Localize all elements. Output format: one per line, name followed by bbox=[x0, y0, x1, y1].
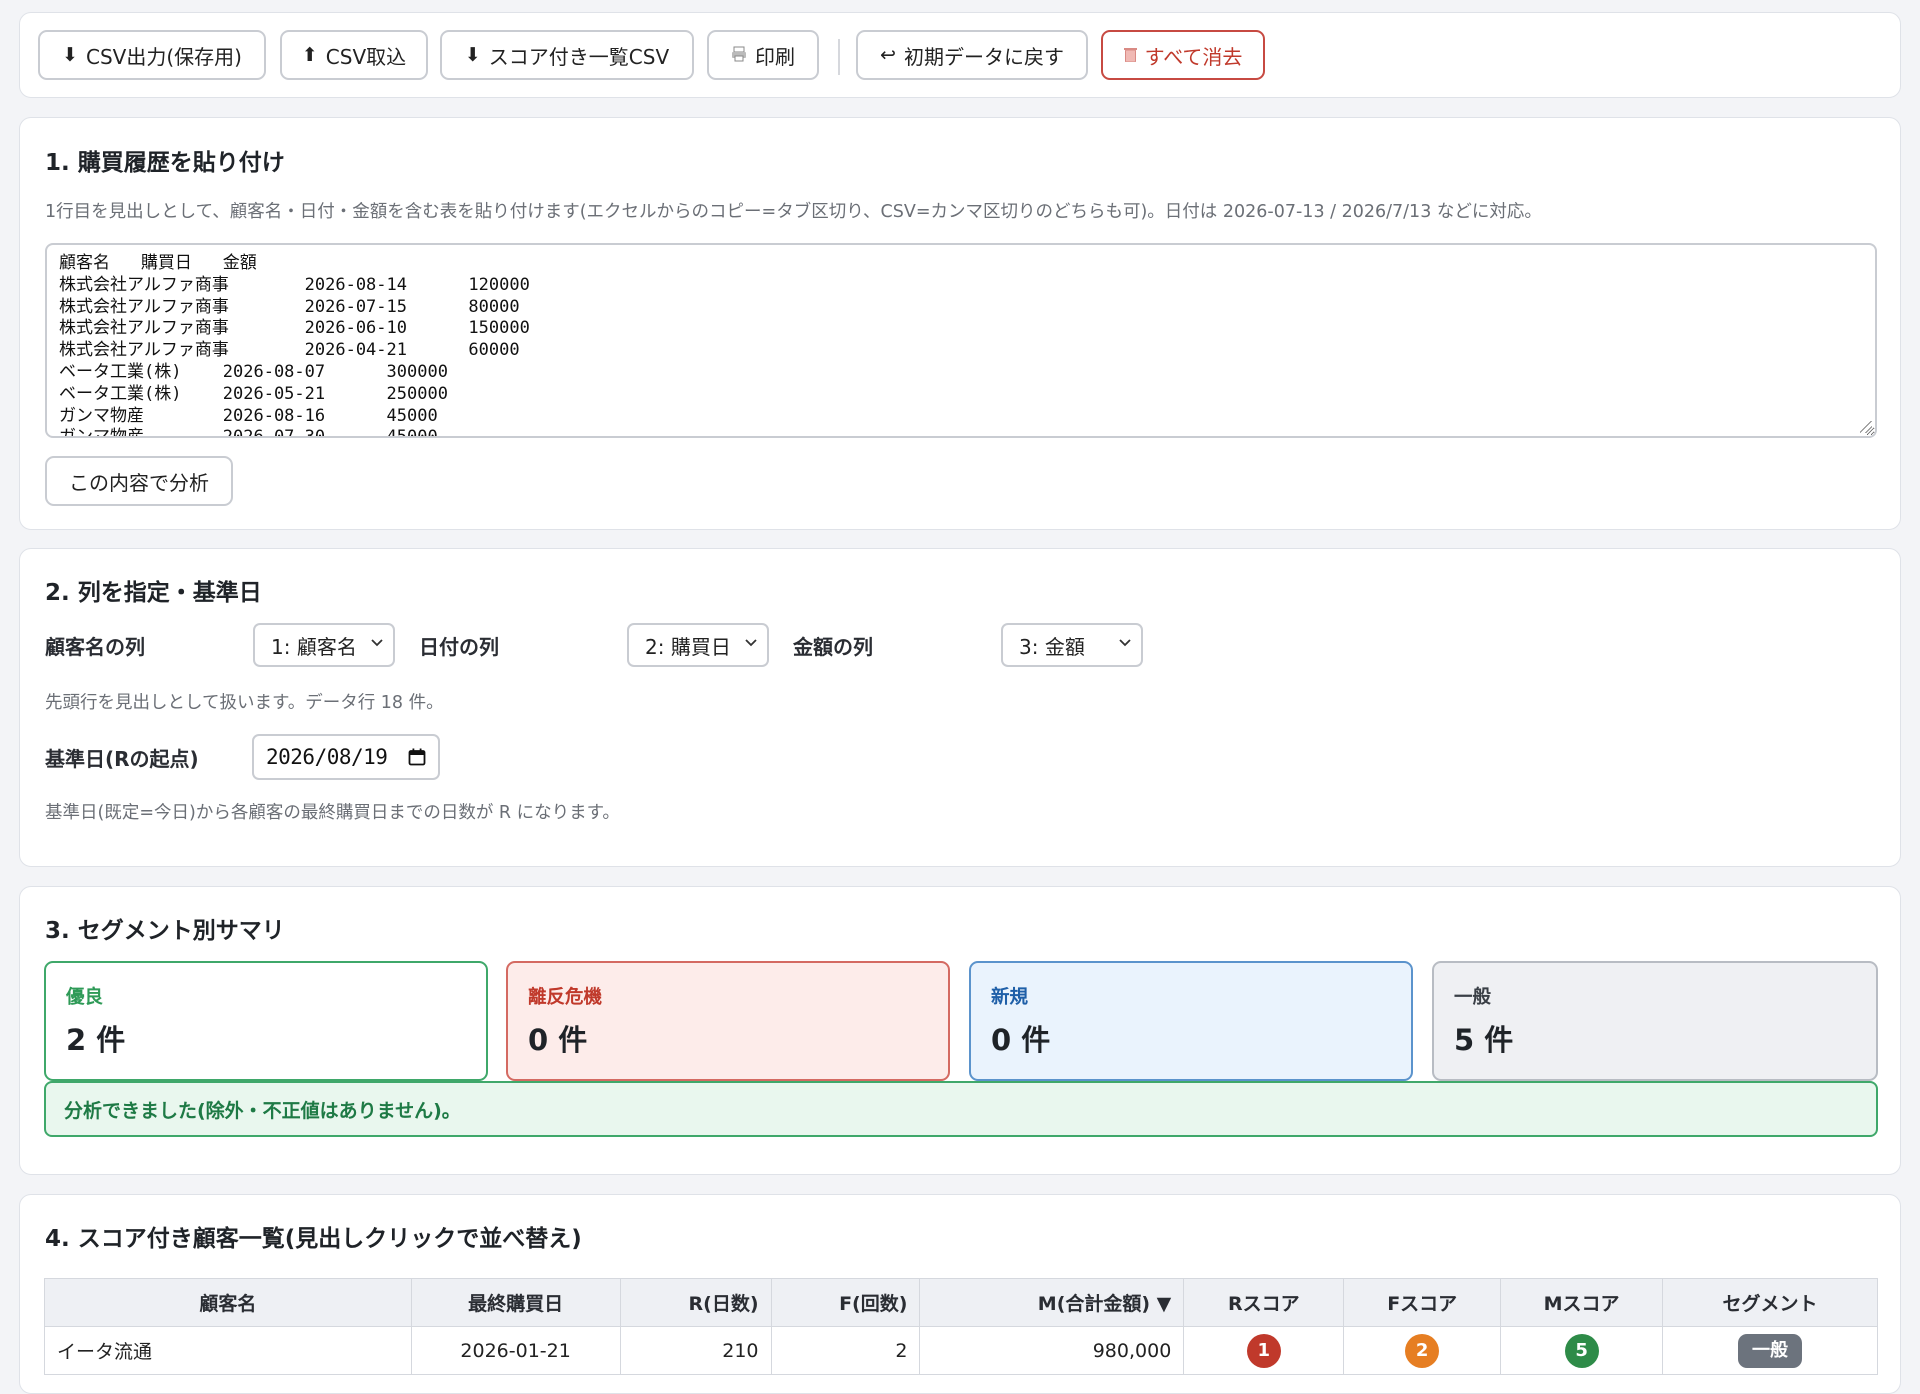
m-score-badge: 5 bbox=[1564, 1333, 1599, 1368]
rows-note: 先頭行を見出しとして扱います。データ行 18 件。 bbox=[45, 693, 444, 713]
printer-icon bbox=[731, 43, 747, 67]
paste-line: 株式会社アルファ商事 2026-08-14 120000 bbox=[59, 274, 530, 295]
cell-r-score: 1 bbox=[1183, 1326, 1345, 1375]
f-score-badge: 2 bbox=[1405, 1333, 1440, 1368]
paste-textarea[interactable]: 顧客名 購買日 金額 株式会社アルファ商事 2026-08-14 120000 株式… bbox=[45, 243, 1877, 438]
column-header-monetary[interactable]: M(合計金額) ▼ bbox=[919, 1278, 1185, 1327]
cell-customer: イータ流通 bbox=[44, 1326, 412, 1375]
customer-column-label: 顧客名の列 bbox=[45, 635, 145, 659]
analyze-button[interactable]: この内容で分析 bbox=[45, 456, 233, 506]
column-header-m-score[interactable]: Mスコア bbox=[1500, 1278, 1664, 1327]
segment-card-excellent: 優良 2 件 bbox=[44, 961, 488, 1081]
segment-name: 一般 bbox=[1454, 987, 1492, 1008]
section-title: 3. セグメント別サマリ bbox=[45, 918, 285, 944]
segment-count: 2 件 bbox=[66, 1023, 126, 1057]
segment-name: 優良 bbox=[66, 987, 104, 1008]
segment-count: 5 件 bbox=[1454, 1023, 1514, 1057]
score-csv-button[interactable]: ⬇ スコア付き一覧CSV bbox=[440, 30, 694, 80]
column-header-segment[interactable]: セグメント bbox=[1662, 1278, 1878, 1327]
segment-name: 離反危機 bbox=[528, 987, 603, 1008]
base-date-note: 基準日(既定=今日)から各顧客の最終購買日までの日数が R になります。 bbox=[45, 803, 620, 823]
paste-line: ガンマ物産 2026-08-16 45000 bbox=[59, 405, 438, 426]
column-header-last-purchase[interactable]: 最終購買日 bbox=[410, 1278, 621, 1327]
paste-line: ガンマ物産 2026-07-30 45000 bbox=[59, 427, 438, 438]
chevron-down-icon bbox=[371, 639, 383, 647]
paste-line: 株式会社アルファ商事 2026-04-21 60000 bbox=[59, 340, 520, 361]
date-column-select[interactable]: 2: 購買日 bbox=[627, 623, 769, 667]
print-button[interactable]: 印刷 bbox=[707, 30, 819, 80]
r-score-badge: 1 bbox=[1246, 1333, 1281, 1368]
chevron-down-icon bbox=[745, 639, 757, 647]
amount-column-label: 金額の列 bbox=[793, 635, 873, 659]
cell-m-score: 5 bbox=[1500, 1326, 1664, 1375]
paste-section: 1. 購買履歴を貼り付け 1行目を見出しとして、顧客名・日付・金額を含む表を貼り… bbox=[19, 117, 1901, 530]
segment-card-general: 一般 5 件 bbox=[1432, 961, 1878, 1081]
cell-monetary: 980,000 bbox=[919, 1326, 1185, 1375]
segment-count: 0 件 bbox=[991, 1023, 1051, 1057]
section-title: 1. 購買履歴を貼り付け bbox=[45, 150, 285, 176]
toolbar: ⬇ CSV出力(保存用) ⬆ CSV取込 ⬇ スコア付き一覧CSV 印刷 ↩ 初… bbox=[19, 12, 1901, 98]
return-arrow-icon: ↩ bbox=[880, 44, 896, 66]
segment-card-churn-risk: 離反危機 0 件 bbox=[506, 961, 950, 1081]
download-icon: ⬇ bbox=[62, 44, 78, 66]
segment-card-new: 新規 0 件 bbox=[969, 961, 1413, 1081]
segment-name: 新規 bbox=[991, 987, 1029, 1008]
base-date-input[interactable]: 2026/08/19 bbox=[252, 734, 440, 780]
cell-f-score: 2 bbox=[1343, 1326, 1502, 1375]
column-header-frequency[interactable]: F(回数) bbox=[770, 1278, 921, 1327]
segment-badge: 一般 bbox=[1738, 1333, 1803, 1368]
column-header-f-score[interactable]: Fスコア bbox=[1343, 1278, 1502, 1327]
table-header-row: 顧客名 最終購買日 R(日数) F(回数) M(合計金額) ▼ Rスコア Fスコ… bbox=[44, 1278, 1878, 1327]
date-column-label: 日付の列 bbox=[419, 635, 499, 659]
trash-icon bbox=[1123, 43, 1137, 67]
paste-line: ベータ工業(株) 2026-08-07 300000 bbox=[59, 361, 448, 382]
paste-help-text: 1行目を見出しとして、顧客名・日付・金額を含む表を貼り付けます(エクセルからのコ… bbox=[45, 202, 1542, 222]
csv-import-button[interactable]: ⬆ CSV取込 bbox=[280, 30, 428, 80]
download-icon: ⬇ bbox=[464, 44, 481, 66]
customer-list-section: 4. スコア付き顧客一覧(見出しクリックで並べ替え) 顧客名 最終購買日 R(日… bbox=[19, 1194, 1901, 1394]
segment-summary-section: 3. セグメント別サマリ 優良 2 件 離反危機 0 件 新規 0 件 一般 5… bbox=[19, 886, 1901, 1175]
paste-line: 株式会社アルファ商事 2026-06-10 150000 bbox=[59, 318, 530, 339]
column-header-recency[interactable]: R(日数) bbox=[619, 1278, 772, 1327]
chevron-down-icon bbox=[1119, 639, 1131, 647]
customer-score-table: 顧客名 最終購買日 R(日数) F(回数) M(合計金額) ▼ Rスコア Fスコ… bbox=[44, 1278, 1878, 1375]
toolbar-divider bbox=[838, 39, 840, 75]
section-title: 4. スコア付き顧客一覧(見出しクリックで並べ替え) bbox=[45, 1226, 582, 1252]
base-date-label: 基準日(Rの起点) bbox=[45, 747, 199, 771]
cell-recency: 210 bbox=[619, 1326, 772, 1375]
segment-count: 0 件 bbox=[528, 1023, 588, 1057]
paste-line: 株式会社アルファ商事 2026-07-15 80000 bbox=[59, 296, 520, 317]
paste-line: ベータ工業(株) 2026-05-21 250000 bbox=[59, 383, 448, 404]
resize-handle[interactable] bbox=[1860, 421, 1872, 433]
section-title: 2. 列を指定・基準日 bbox=[45, 580, 262, 606]
cell-last-purchase: 2026-01-21 bbox=[410, 1326, 621, 1375]
calendar-icon[interactable] bbox=[408, 748, 426, 766]
column-header-r-score[interactable]: Rスコア bbox=[1183, 1278, 1345, 1327]
reset-button[interactable]: ↩ 初期データに戻す bbox=[856, 30, 1088, 80]
clear-all-button[interactable]: すべて消去 bbox=[1101, 30, 1265, 80]
analysis-status-message: 分析できました(除外・不正値はありません)。 bbox=[44, 1081, 1878, 1137]
cell-frequency: 2 bbox=[770, 1326, 921, 1375]
column-settings-section: 2. 列を指定・基準日 顧客名の列 1: 顧客名 日付の列 2: 購買日 金額の… bbox=[19, 548, 1901, 867]
amount-column-select[interactable]: 3: 金額 bbox=[1001, 623, 1143, 667]
cell-segment: 一般 bbox=[1662, 1326, 1878, 1375]
table-row: イータ流通 2026-01-21 210 2 980,000 1 2 5 一般 bbox=[44, 1326, 1878, 1375]
paste-line: 顧客名 購買日 金額 bbox=[59, 253, 257, 273]
column-header-customer[interactable]: 顧客名 bbox=[44, 1278, 412, 1327]
csv-export-button[interactable]: ⬇ CSV出力(保存用) bbox=[38, 30, 266, 80]
upload-icon: ⬆ bbox=[301, 44, 318, 66]
customer-column-select[interactable]: 1: 顧客名 bbox=[253, 623, 395, 667]
